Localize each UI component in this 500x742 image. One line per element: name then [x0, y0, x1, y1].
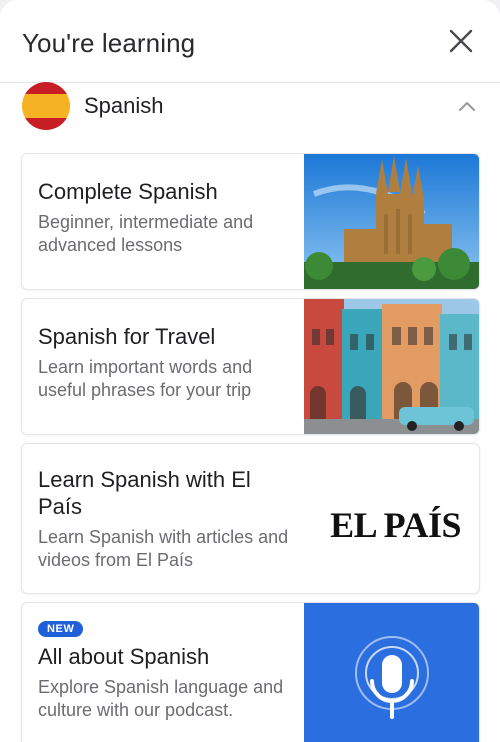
- course-card-all-about-spanish[interactable]: NEW All about Spanish Explore Spanish la…: [21, 602, 480, 742]
- language-selector[interactable]: Spanish: [0, 82, 500, 132]
- chevron-up-icon[interactable]: [456, 96, 478, 118]
- language-name: Spanish: [84, 93, 164, 118]
- spain-flag-icon: [22, 82, 70, 130]
- el-pais-logo: EL PAÍS: [330, 505, 461, 545]
- page-title: You're learning: [22, 28, 196, 58]
- course-description: Learn important words and useful phrases…: [38, 357, 253, 400]
- course-card-el-pais[interactable]: Learn Spanish with El País Learn Spanish…: [21, 443, 480, 594]
- learning-sheet: You're learning Spanish Complete Spanish: [0, 0, 500, 742]
- header-bar: You're learning: [0, 0, 500, 83]
- course-description: Beginner, intermediate and advanced less…: [38, 212, 254, 255]
- course-card-text: Spanish for Travel Learn important words…: [38, 323, 294, 402]
- course-title: Spanish for Travel: [38, 324, 216, 349]
- course-card-text: Complete Spanish Beginner, intermediate …: [38, 178, 294, 257]
- course-description: Explore Spanish language and culture wit…: [38, 677, 284, 720]
- course-title: Learn Spanish with El País: [38, 467, 251, 519]
- course-description: Learn Spanish with articles and videos f…: [38, 527, 289, 570]
- course-title: Complete Spanish: [38, 179, 218, 204]
- course-card-complete-spanish[interactable]: Complete Spanish Beginner, intermediate …: [21, 153, 480, 290]
- course-card-text: Learn Spanish with El País Learn Spanish…: [38, 466, 294, 572]
- course-title: All about Spanish: [38, 644, 210, 669]
- sagrada-familia-image: [304, 154, 479, 289]
- new-badge: NEW: [38, 621, 84, 637]
- colorful-street-image: [304, 299, 479, 434]
- course-card-spanish-for-travel[interactable]: Spanish for Travel Learn important words…: [21, 298, 480, 435]
- course-card-text: NEW All about Spanish Explore Spanish la…: [38, 619, 294, 722]
- close-icon[interactable]: [446, 26, 476, 56]
- podcast-microphone-icon: [304, 603, 479, 742]
